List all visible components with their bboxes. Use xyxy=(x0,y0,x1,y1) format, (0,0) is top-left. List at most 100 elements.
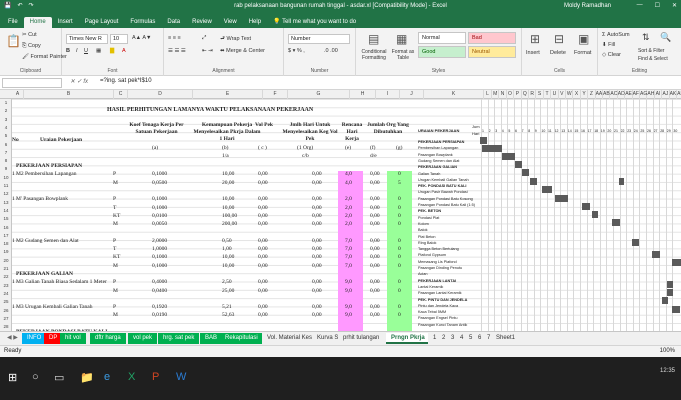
align-left-icon[interactable]: ☰ ☰ ☰ xyxy=(168,48,186,54)
cell-uraian[interactable]: M3 Urugan Kembali Galian Tanah xyxy=(16,304,93,311)
column-header[interactable]: Y xyxy=(581,90,589,99)
row-header[interactable]: 19 xyxy=(0,248,12,256)
row-header[interactable]: 1 xyxy=(0,99,12,107)
sheet-tab[interactable]: INFO xyxy=(22,333,47,344)
windows-start-icon[interactable]: ⊞ xyxy=(8,371,17,384)
tab-review[interactable]: Review xyxy=(186,17,218,28)
minimize-icon[interactable]: — xyxy=(637,2,643,9)
sort-filter-label[interactable]: Sort & Filter xyxy=(638,48,664,54)
clock[interactable]: 12:35 xyxy=(660,367,675,376)
cell-g[interactable]: 0 xyxy=(398,279,401,286)
cell-d[interactable]: 0,00 xyxy=(312,196,322,203)
column-header[interactable]: A xyxy=(12,90,24,99)
delete-cells-label[interactable]: Delete xyxy=(550,50,566,56)
column-header[interactable]: Q xyxy=(522,90,529,99)
delete-cells-icon[interactable]: ⊟ xyxy=(554,32,564,46)
column-header[interactable]: O xyxy=(507,90,515,99)
align-top-icon[interactable]: ≡ ≡ ≡ xyxy=(168,35,181,41)
column-header[interactable]: X xyxy=(573,90,581,99)
format-table-icon[interactable]: ▦ xyxy=(396,32,407,46)
column-header[interactable]: N xyxy=(499,90,507,99)
cell-a[interactable]: 0,0190 xyxy=(152,312,167,319)
cell-g[interactable]: 0 xyxy=(398,254,401,261)
cell-g[interactable]: 0 xyxy=(398,205,401,212)
column-header[interactable]: P xyxy=(514,90,522,99)
cell-no[interactable]: 1 xyxy=(12,238,15,245)
conditional-formatting-icon[interactable]: ▤ xyxy=(368,32,379,46)
cell-f[interactable]: 0,00 xyxy=(370,288,380,295)
search-icon[interactable]: ○ xyxy=(32,371,39,383)
sheet-nav-icon[interactable]: ◀ ▶ xyxy=(2,333,23,344)
cell-a[interactable]: 0,0050 xyxy=(152,221,167,228)
cell-f[interactable]: 0,00 xyxy=(370,196,380,203)
cell-e[interactable]: 7,0 xyxy=(345,263,352,270)
row-header[interactable]: 15 xyxy=(0,215,12,223)
indent-icon[interactable]: ⇤ ⇥ xyxy=(202,48,213,54)
conditional-formatting-label[interactable]: Conditional Formatting xyxy=(358,49,390,61)
cell-a[interactable]: 0,1920 xyxy=(152,304,167,311)
column-header[interactable]: M xyxy=(492,90,500,99)
column-header[interactable]: K xyxy=(424,90,484,99)
cell-f[interactable]: 0,00 xyxy=(370,238,380,245)
word-icon[interactable]: W xyxy=(176,371,186,383)
row-header[interactable]: 23 xyxy=(0,282,12,290)
cell-c[interactable]: 0,00 xyxy=(258,246,268,253)
cell-d[interactable]: 0,00 xyxy=(312,288,322,295)
fill-button[interactable]: ⬇ Fill xyxy=(602,42,615,48)
cell-uraian[interactable]: PEKERJAAN PERSIAPAN xyxy=(16,163,82,170)
close-icon[interactable]: ✕ xyxy=(672,2,677,9)
cell-d[interactable]: 0,00 xyxy=(312,279,322,286)
cell-g[interactable]: 0 xyxy=(398,263,401,270)
row-header[interactable]: 5 xyxy=(0,132,12,140)
cell-cat[interactable]: M xyxy=(113,312,118,319)
sheet-tab[interactable]: Vol. Material Kes xyxy=(262,333,318,344)
row-header[interactable]: 21 xyxy=(0,265,12,273)
cell-e[interactable]: 2,0 xyxy=(345,221,352,228)
cell-no[interactable]: 1 xyxy=(12,279,15,286)
row-header[interactable]: 6 xyxy=(0,141,12,149)
cell-e[interactable]: 2,0 xyxy=(345,205,352,212)
cell-g[interactable]: 5 xyxy=(398,180,401,187)
excel-icon[interactable]: X xyxy=(128,371,135,383)
cell-f[interactable]: 0,00 xyxy=(370,205,380,212)
fill-color-icon[interactable]: ▇ xyxy=(110,48,114,54)
cell-f[interactable]: 0,00 xyxy=(370,279,380,286)
cell-b[interactable]: 10,00 xyxy=(222,196,234,203)
cell-no[interactable]: 1 xyxy=(12,196,15,203)
font-color-icon[interactable]: A xyxy=(122,48,126,54)
merge-center-button[interactable]: ⬌ Merge & Center xyxy=(220,48,265,54)
column-header[interactable]: AE xyxy=(625,90,633,99)
cell-d[interactable]: 0,00 xyxy=(312,180,322,187)
cell-f[interactable]: 0,00 xyxy=(370,304,380,311)
column-header[interactable]: G xyxy=(288,90,350,99)
cell-c[interactable]: 0,00 xyxy=(258,196,268,203)
row-header[interactable]: 26 xyxy=(0,307,12,315)
cell-a[interactable]: 0,1000 xyxy=(152,205,167,212)
column-header[interactable]: AK xyxy=(670,90,677,99)
cell-e[interactable]: 9,0 xyxy=(345,312,352,319)
cell-d[interactable]: 0,00 xyxy=(312,246,322,253)
borders-icon[interactable]: ▦ xyxy=(96,48,101,54)
column-header[interactable]: AL xyxy=(677,90,681,99)
cell-cat[interactable]: P xyxy=(113,171,116,178)
bold-icon[interactable]: B xyxy=(66,48,70,54)
cell-e[interactable]: 7,0 xyxy=(345,254,352,261)
cell-b[interactable]: 20,00 xyxy=(222,180,234,187)
column-header[interactable]: V xyxy=(559,90,566,99)
cell-cat[interactable]: M xyxy=(113,263,118,270)
style-neutral[interactable]: Neutral xyxy=(468,46,516,58)
style-good[interactable]: Good xyxy=(418,46,466,58)
cell-a[interactable]: 0,0400 xyxy=(152,288,167,295)
zoom-level[interactable]: 100% xyxy=(660,348,675,354)
cell-c[interactable]: 0,00 xyxy=(258,279,268,286)
style-normal[interactable]: Normal xyxy=(418,32,466,44)
cell-e[interactable]: 9,0 xyxy=(345,288,352,295)
column-header[interactable]: AG xyxy=(640,90,648,99)
column-header[interactable]: C xyxy=(114,90,128,99)
row-header[interactable]: 24 xyxy=(0,290,12,298)
column-header[interactable]: L xyxy=(484,90,492,99)
row-header[interactable]: 27 xyxy=(0,315,12,323)
task-view-icon[interactable]: ▭ xyxy=(54,371,64,384)
sheet-tab[interactable]: hrg. sat pek xyxy=(158,333,200,344)
cell-cat[interactable]: M xyxy=(113,221,118,228)
